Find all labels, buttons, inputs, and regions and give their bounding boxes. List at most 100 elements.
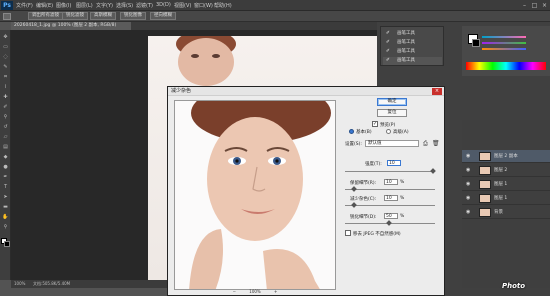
photoshop-logo: Ps: [1, 1, 13, 10]
color-slider-b[interactable]: [482, 48, 526, 50]
background-color-swatch[interactable]: [4, 241, 10, 247]
sharpen-input[interactable]: 50: [384, 213, 398, 219]
type-tool-icon[interactable]: T: [2, 184, 9, 190]
reduce-color-slider-track[interactable]: [345, 205, 435, 206]
eye-icon[interactable]: ◉: [466, 167, 470, 173]
menu-bar: Ps 文件(F) 编辑(E) 图像(I) 图层(L) 文字(Y) 选择(S) 滤…: [0, 0, 550, 11]
options-bar: 调出所有滤镜 锐化滤镜 高斯模糊 锐化图像 径向模糊: [0, 11, 550, 22]
option-button-1[interactable]: 调出所有滤镜: [28, 12, 63, 20]
healing-tool-icon[interactable]: ✚: [2, 94, 9, 100]
lasso-tool-icon[interactable]: ◌: [2, 54, 9, 60]
history-item[interactable]: ✐ 画笔工具: [383, 39, 442, 47]
mode-advanced-radio[interactable]: [386, 129, 391, 134]
option-button-5[interactable]: 径向模糊: [150, 12, 176, 20]
save-settings-icon[interactable]: ⎙: [423, 140, 428, 148]
eye-icon[interactable]: ◉: [466, 153, 470, 159]
strength-label: 强度(T):: [365, 162, 382, 167]
menu-view[interactable]: 视图(V): [174, 2, 191, 9]
stamp-tool-icon[interactable]: ⚲: [2, 114, 9, 120]
reset-button[interactable]: 复位: [377, 109, 407, 117]
option-button-2[interactable]: 锐化滤镜: [62, 12, 88, 20]
layer-row[interactable]: ◉ 图层 2: [462, 164, 550, 177]
menu-3d[interactable]: 3D(D): [156, 2, 171, 8]
color-slider-g[interactable]: [482, 42, 526, 44]
jpeg-artifact-checkbox[interactable]: [345, 230, 351, 236]
eraser-tool-icon[interactable]: ▱: [2, 134, 9, 140]
layer-row[interactable]: ◉ 图层 2 副本: [462, 150, 550, 163]
tool-preset-icon[interactable]: [3, 13, 11, 20]
ok-button[interactable]: 确定: [377, 98, 407, 106]
eye-icon[interactable]: ◉: [466, 195, 470, 201]
strength-slider-track[interactable]: [345, 171, 435, 172]
maximize-icon[interactable]: □: [530, 2, 539, 9]
marquee-tool-icon[interactable]: ▭: [2, 44, 9, 50]
delete-settings-icon[interactable]: 🗑: [432, 140, 440, 147]
color-panel: [462, 26, 550, 76]
menu-layer[interactable]: 图层(L): [76, 2, 93, 9]
zoom-out-icon[interactable]: −: [233, 289, 236, 294]
close-icon[interactable]: ×: [540, 2, 549, 9]
panel-background-swatch[interactable]: [472, 39, 480, 47]
color-slider-r[interactable]: [482, 36, 526, 38]
layer-row[interactable]: ◉ 背景: [462, 206, 550, 219]
menu-filter[interactable]: 滤镜(T): [136, 2, 153, 9]
preserve-input[interactable]: 10: [384, 179, 398, 185]
history-item-current[interactable]: ✐ 画笔工具: [383, 57, 442, 65]
preserve-slider-knob[interactable]: [350, 186, 357, 192]
pen-tool-icon[interactable]: ✒: [2, 174, 9, 180]
gradient-tool-icon[interactable]: ▤: [2, 144, 9, 150]
brush-tool-icon[interactable]: ✐: [2, 104, 9, 110]
move-tool-icon[interactable]: ✥: [2, 34, 9, 40]
dialog-preview[interactable]: [174, 100, 336, 290]
dialog-close-icon[interactable]: ×: [432, 88, 442, 95]
color-spectrum[interactable]: [466, 62, 546, 70]
mode-basic-radio[interactable]: [349, 129, 354, 134]
hand-tool-icon[interactable]: ✋: [2, 214, 9, 220]
blur-tool-icon[interactable]: ◆: [2, 154, 9, 160]
menu-file[interactable]: 文件(F): [16, 2, 33, 9]
layer-name: 图层 1: [494, 182, 508, 187]
history-brush-icon[interactable]: ↺: [2, 124, 9, 130]
preview-label: 预览(P): [380, 123, 396, 128]
history-item-label: 画笔工具: [397, 49, 415, 54]
layer-row[interactable]: ◉ 图层 1: [462, 192, 550, 205]
menu-help[interactable]: 帮助(H): [214, 2, 232, 9]
preview-zoom-bar: − 100% +: [174, 289, 336, 295]
preview-checkbox[interactable]: ✓: [372, 121, 378, 127]
settings-label: 设置(S):: [345, 142, 362, 147]
layer-thumbnail: [479, 180, 491, 189]
menu-window[interactable]: 窗口(W): [194, 2, 213, 9]
path-select-tool-icon[interactable]: ➤: [2, 194, 9, 200]
settings-select[interactable]: 默认值: [365, 140, 419, 147]
zoom-in-icon[interactable]: +: [274, 289, 277, 294]
menu-type[interactable]: 文字(Y): [96, 2, 113, 9]
reduce-color-input[interactable]: 10: [384, 195, 398, 201]
eye-icon[interactable]: ◉: [466, 181, 470, 187]
history-item[interactable]: ✐ 画笔工具: [383, 30, 442, 38]
document-tab[interactable]: 20260418_1.jpg @ 100% (图层 2 副本, RGB/8): [11, 22, 131, 30]
shape-tool-icon[interactable]: ▬: [2, 204, 9, 210]
layers-panel: ◉ 图层 2 副本 ◉ 图层 2 ◉ 图层 1 ◉ 图层 1 ◉ 背景: [462, 120, 550, 288]
reduce-color-slider-knob[interactable]: [350, 202, 357, 208]
eyedropper-tool-icon[interactable]: ⌇: [2, 84, 9, 90]
menu-edit[interactable]: 编辑(E): [36, 2, 53, 9]
menu-image[interactable]: 图像(I): [56, 2, 71, 9]
zoom-tool-icon[interactable]: ⚲: [2, 224, 9, 230]
history-item[interactable]: ✐ 画笔工具: [383, 48, 442, 56]
dodge-tool-icon[interactable]: ●: [2, 164, 9, 170]
layer-row[interactable]: ◉ 图层 1: [462, 178, 550, 191]
sharpen-slider-knob[interactable]: [386, 220, 392, 226]
minimize-icon[interactable]: –: [520, 2, 529, 9]
option-button-4[interactable]: 锐化图像: [120, 12, 146, 20]
crop-tool-icon[interactable]: ⌗: [2, 74, 9, 80]
option-button-3[interactable]: 高斯模糊: [90, 12, 116, 20]
brush-icon: ✐: [386, 40, 390, 45]
eye-icon[interactable]: ◉: [466, 209, 470, 215]
strength-input[interactable]: 10: [387, 160, 401, 166]
quick-select-tool-icon[interactable]: ✎: [2, 64, 9, 70]
preserve-slider-track[interactable]: [345, 189, 435, 190]
preserve-unit: %: [400, 180, 405, 185]
strength-slider-knob[interactable]: [430, 168, 436, 174]
menu-select[interactable]: 选择(S): [116, 2, 133, 9]
toolbox: ✥ ▭ ◌ ✎ ⌗ ⌇ ✚ ✐ ⚲ ↺ ▱ ▤ ◆ ● ✒ T ➤ ▬ ✋ ⚲: [0, 30, 11, 280]
